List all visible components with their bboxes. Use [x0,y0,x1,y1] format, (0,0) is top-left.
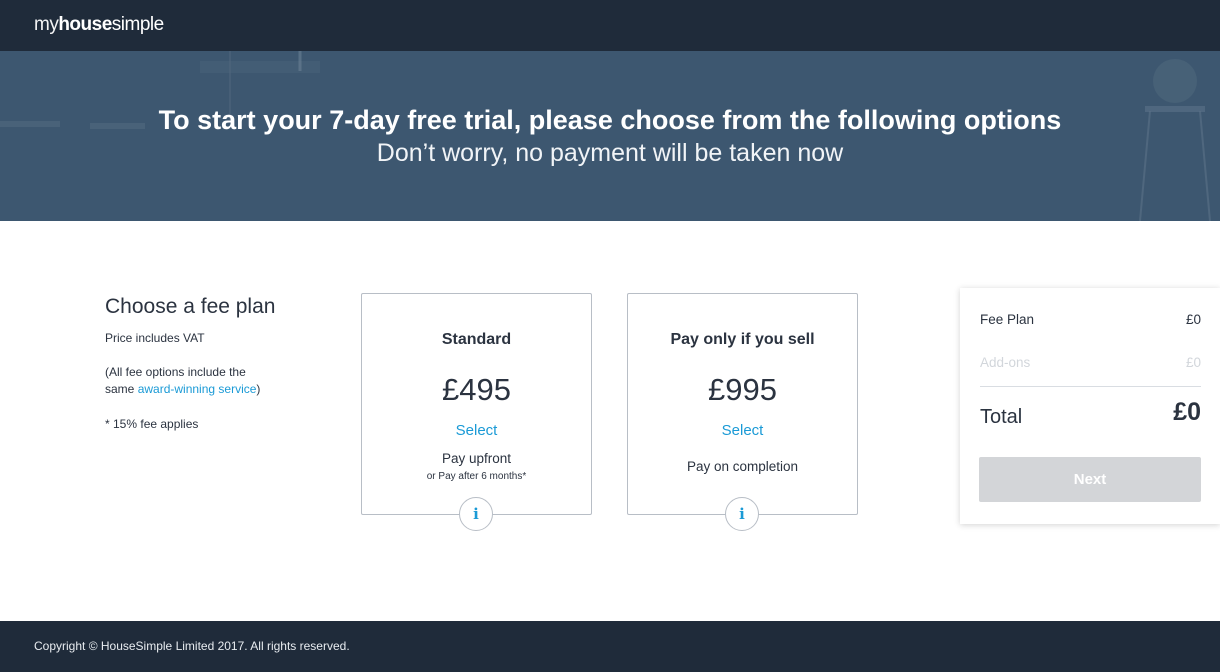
fee-plan-value: £0 [1185,312,1201,327]
plan-payment-alternative: or Pay after 6 months* [426,471,527,482]
logo-house: house [58,14,112,35]
hero-subtitle: Don’t worry, no payment will be taken no… [376,139,844,167]
select-standard-button[interactable]: Select [362,422,591,439]
footer: Copyright © HouseSimple Limited 2017. Al… [0,621,1220,672]
logo-my: my [34,14,59,35]
plan-card-pay-if-sell[interactable]: Pay only if you sell £995 Select Pay on … [627,293,858,531]
housesimple-logo[interactable]: myhousesimple [34,13,164,37]
service-note-close: ) [256,382,261,396]
order-summary-panel: Fee Plan £0 Add-ons £0 Total £0 Next [960,288,1220,524]
info-icon[interactable]: i [725,497,759,531]
logo-simple: simple [111,14,164,35]
fee-plan-intro: Choose a fee plan Price includes VAT (Al… [105,295,315,431]
total-row: Total £0 [980,398,1201,429]
plan-payment-term: Pay upfront [441,451,512,466]
service-note: (All fee options include the same award-… [105,364,265,398]
plan-name: Pay only if you sell [670,331,815,348]
next-button[interactable]: Next [979,457,1201,502]
fee-applies-note: * 15% fee applies [105,417,199,431]
hero-title: To start your 7-day free trial, please c… [158,105,1062,135]
fee-plan-heading: Choose a fee plan [105,295,276,318]
fee-plan-row: Fee Plan £0 [980,312,1201,327]
plan-card-standard[interactable]: Standard £495 Select Pay upfront or Pay … [361,293,592,531]
select-pay-if-sell-button[interactable]: Select [628,422,857,439]
plan-payment-term: Pay on completion [686,459,799,474]
top-navbar: myhousesimple [0,0,1220,51]
hero-banner: To start your 7-day free trial, please c… [0,51,1220,221]
plan-price: £495 [442,372,511,407]
plan-name: Standard [441,331,512,348]
copyright-text: Copyright © HouseSimple Limited 2017. Al… [34,639,350,653]
total-label: Total [980,406,1023,428]
addons-row: Add-ons £0 [980,355,1201,370]
addons-label: Add-ons [980,355,1031,370]
summary-divider [980,386,1201,387]
vat-note: Price includes VAT [105,331,205,345]
info-icon[interactable]: i [459,497,493,531]
total-value: £0 [1173,398,1201,426]
fee-plan-label: Fee Plan [980,312,1035,327]
plan-price: £995 [708,372,777,407]
award-winning-service-link[interactable]: award-winning service [138,382,257,396]
addons-value: £0 [1185,355,1201,370]
